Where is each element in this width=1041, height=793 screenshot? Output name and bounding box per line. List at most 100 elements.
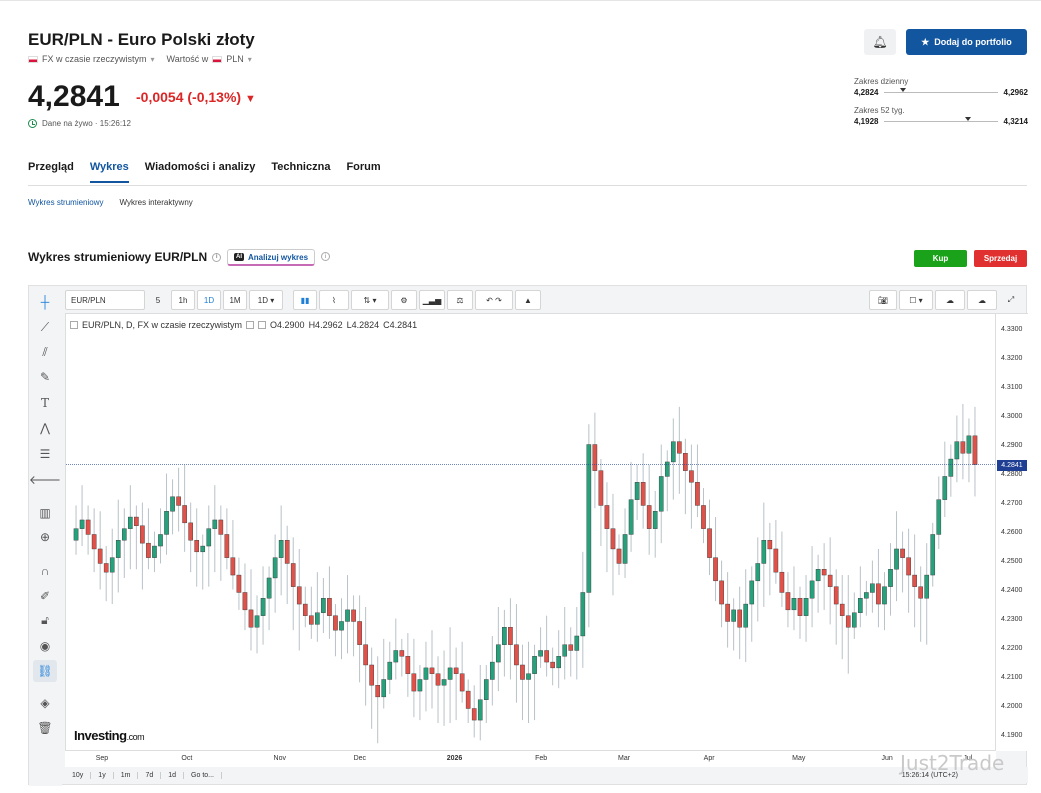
interval-1d[interactable]: 1D — [197, 290, 221, 310]
trend-line-icon[interactable]: ⟋ — [33, 316, 57, 338]
poland-flag-icon — [28, 55, 38, 63]
candle-body — [447, 667, 453, 680]
candle-body — [73, 528, 79, 541]
layers-icon[interactable]: ◈ — [33, 692, 57, 714]
range-1y[interactable]: 1y — [91, 771, 114, 779]
candle-body — [761, 540, 767, 564]
chevron-down-icon: ▾ — [150, 54, 155, 64]
tab-overview[interactable]: Przegląd — [28, 161, 74, 183]
range-1m[interactable]: 1m — [114, 771, 139, 779]
info-icon[interactable]: i — [321, 252, 330, 261]
legend-settings-icon[interactable] — [246, 321, 255, 329]
candles-icon[interactable]: ▮▮ — [293, 290, 317, 310]
area-chart-icon[interactable]: ⌇ — [319, 290, 349, 310]
candle-body — [490, 661, 495, 680]
time-tick: Sep — [95, 755, 109, 762]
parallel-channel-icon[interactable]: ⫽ — [33, 341, 57, 363]
magnet-icon[interactable]: ∩ — [33, 560, 57, 582]
tab-forum[interactable]: Forum — [346, 161, 380, 183]
buy-button[interactable]: Kup — [914, 250, 967, 267]
alert-icon[interactable]: ▲ — [515, 290, 541, 310]
indicators-icon[interactable]: ▁▃▅ — [419, 290, 445, 310]
tab-news[interactable]: Wiadomości i analizy — [145, 161, 256, 183]
lock-drawing-icon[interactable]: ✐ — [33, 585, 57, 607]
settings-icon[interactable]: ⚙ — [391, 290, 417, 310]
interval-5m[interactable]: 5 — [147, 290, 169, 310]
price-chart-plot[interactable]: EUR/PLN, D, FX w czasie rzeczywistym O4.… — [65, 313, 997, 751]
tab-chart[interactable]: Wykres — [89, 161, 129, 183]
candle-body — [809, 580, 815, 599]
week52-range-label: Zakres 52 tyg. — [854, 106, 905, 115]
pattern-icon[interactable]: ⋀ — [33, 417, 57, 439]
candle-body — [315, 612, 320, 625]
logo-suffix: .com — [126, 732, 145, 742]
interval-1h[interactable]: 1h — [171, 290, 195, 310]
subtab-streaming-chart[interactable]: Wykres strumieniowy — [28, 198, 104, 207]
interval-1m[interactable]: 1M — [223, 290, 247, 310]
drawing-toolbar: ┼ ⟋ ⫽ ✎ T ⋀ ☰ 🡐 ▥ ⊕ ∩ ✐ 🔓︎ ◉ ⛓︎ ◈ 🗑︎ — [29, 286, 62, 786]
candle-body — [658, 476, 664, 512]
camera-icon[interactable]: 📷︎ — [869, 290, 897, 310]
last-price: 4,2841 — [28, 80, 120, 113]
range-10y[interactable]: 10y — [65, 771, 92, 779]
candle-body — [405, 656, 411, 674]
text-icon[interactable]: T — [33, 392, 57, 414]
candle-body — [912, 574, 917, 587]
symbol-search[interactable]: EUR/PLN — [65, 290, 145, 310]
subtab-interactive-chart[interactable]: Wykres interaktywny — [120, 198, 193, 207]
go-to-date[interactable]: Go to... — [184, 771, 222, 779]
lock-icon[interactable]: 🔓︎ — [33, 609, 57, 631]
fib-icon[interactable]: ☰ — [33, 443, 57, 465]
brush-icon[interactable]: ✎ — [33, 366, 57, 388]
candle-body — [170, 496, 175, 512]
cloud-load-icon[interactable]: ☁ — [935, 290, 965, 310]
tab-technical[interactable]: Techniczna — [271, 161, 330, 183]
info-icon[interactable]: i — [212, 252, 222, 262]
price-tick: 4.3100 — [1001, 384, 1023, 392]
legend-close-icon[interactable] — [258, 321, 267, 329]
price-axis[interactable]: 4.3300 4.3200 4.3100 4.3000 4.2900 4.2800 4.27… — [996, 313, 1028, 751]
range-7d[interactable]: 7d — [138, 771, 162, 779]
eye-icon[interactable]: ◉ — [33, 635, 57, 657]
add-to-portfolio-button[interactable]: ★ Dodaj do portfolio — [906, 29, 1027, 55]
candle-body — [423, 667, 429, 680]
candle-body — [731, 609, 736, 622]
cloud-save-icon[interactable]: ☁ — [967, 290, 997, 310]
compare-icon[interactable]: ⇅ ▾ — [351, 290, 389, 310]
expand-icon[interactable]: ⤢ — [999, 290, 1023, 310]
create-alert-button[interactable]: 🔔︎ — [864, 29, 896, 55]
measure-icon[interactable]: ▥ — [33, 502, 57, 524]
section-title: Wykres strumieniowy EUR/PLN i — [28, 250, 222, 264]
range-1d[interactable]: 1d — [161, 771, 185, 779]
candle-body — [483, 679, 489, 700]
candle-body — [302, 603, 308, 616]
candle-body — [399, 650, 405, 657]
candle-body — [109, 557, 115, 573]
candle-body — [701, 505, 706, 529]
candle-body — [212, 519, 218, 529]
candle-body — [254, 615, 260, 628]
sell-button[interactable]: Sprzedaj — [974, 250, 1027, 267]
collapse-legend-icon[interactable] — [70, 321, 78, 329]
poland-flag-icon — [212, 55, 223, 63]
crosshair-icon[interactable]: ┼ — [33, 291, 57, 313]
candle-body — [164, 511, 169, 535]
candle-body — [91, 534, 97, 550]
currency-selector[interactable]: PLN — [226, 54, 244, 64]
link-icon[interactable]: ⛓︎ — [33, 660, 57, 682]
zoom-icon[interactable]: ⊕ — [33, 526, 57, 548]
candle-body — [158, 534, 163, 547]
add-to-portfolio-label: Dodaj do portfolio — [934, 37, 1012, 47]
candle-body — [755, 563, 761, 582]
candle-body — [882, 586, 887, 605]
analyze-chart-button[interactable]: AI Analizuj wykres — [227, 249, 316, 266]
arrow-left-icon[interactable]: 🡐 — [29, 468, 61, 490]
scales-icon[interactable]: ⚖ — [447, 290, 473, 310]
interval-dropdown[interactable]: 1D ▾ — [249, 290, 283, 310]
trash-icon[interactable]: 🗑︎ — [33, 717, 57, 739]
fx-type-selector[interactable]: FX w czasie rzeczywistym — [42, 54, 147, 64]
candle-body — [230, 557, 236, 576]
fullscreen-box-icon[interactable]: ☐ ▾ — [899, 290, 933, 310]
undo-redo-icon[interactable]: ↶ ↷ — [475, 290, 513, 310]
time-axis[interactable]: Sep Oct Nov Dec 2026 Feb Mar Apr May Jun Jul — [65, 751, 996, 767]
